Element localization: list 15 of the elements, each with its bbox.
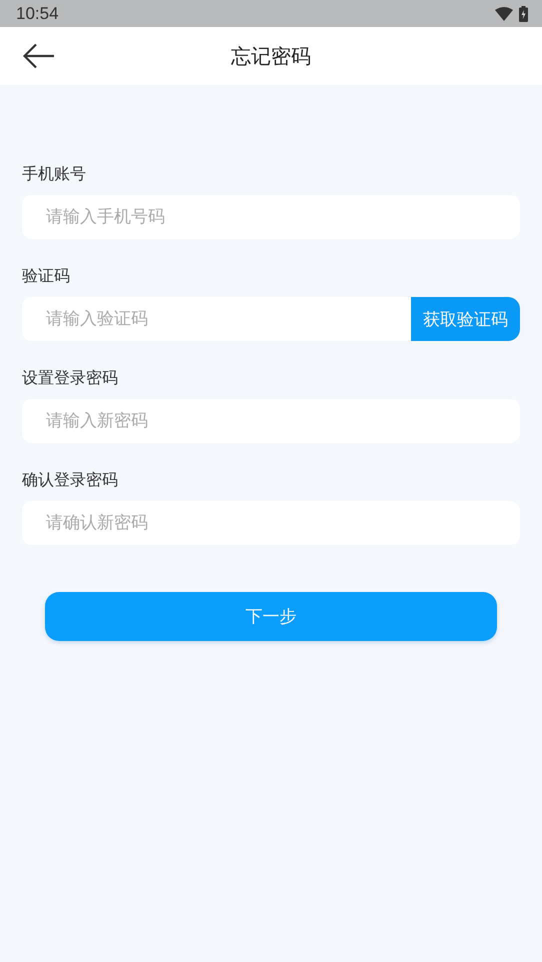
field-label: 设置登录密码 bbox=[22, 368, 119, 389]
clock-time: 10:54 bbox=[16, 4, 59, 24]
next-button[interactable]: 下一步 bbox=[45, 592, 497, 641]
input-field[interactable]: 请输入验证码 bbox=[22, 297, 411, 341]
back-arrow-icon bbox=[23, 43, 55, 69]
field-label: 确认登录密码 bbox=[22, 470, 119, 491]
input-field[interactable]: 请确认新密码 bbox=[22, 501, 520, 545]
battery-icon bbox=[519, 6, 528, 22]
input-field[interactable]: 请输入手机号码 bbox=[22, 195, 520, 239]
wifi-icon bbox=[495, 6, 513, 20]
input-field[interactable]: 请输入新密码 bbox=[22, 399, 520, 443]
get-code-button[interactable]: 获取验证码 bbox=[411, 297, 520, 341]
field-label: 验证码 bbox=[22, 266, 71, 287]
page-title: 忘记密码 bbox=[231, 42, 311, 70]
field-label: 手机账号 bbox=[22, 164, 87, 185]
